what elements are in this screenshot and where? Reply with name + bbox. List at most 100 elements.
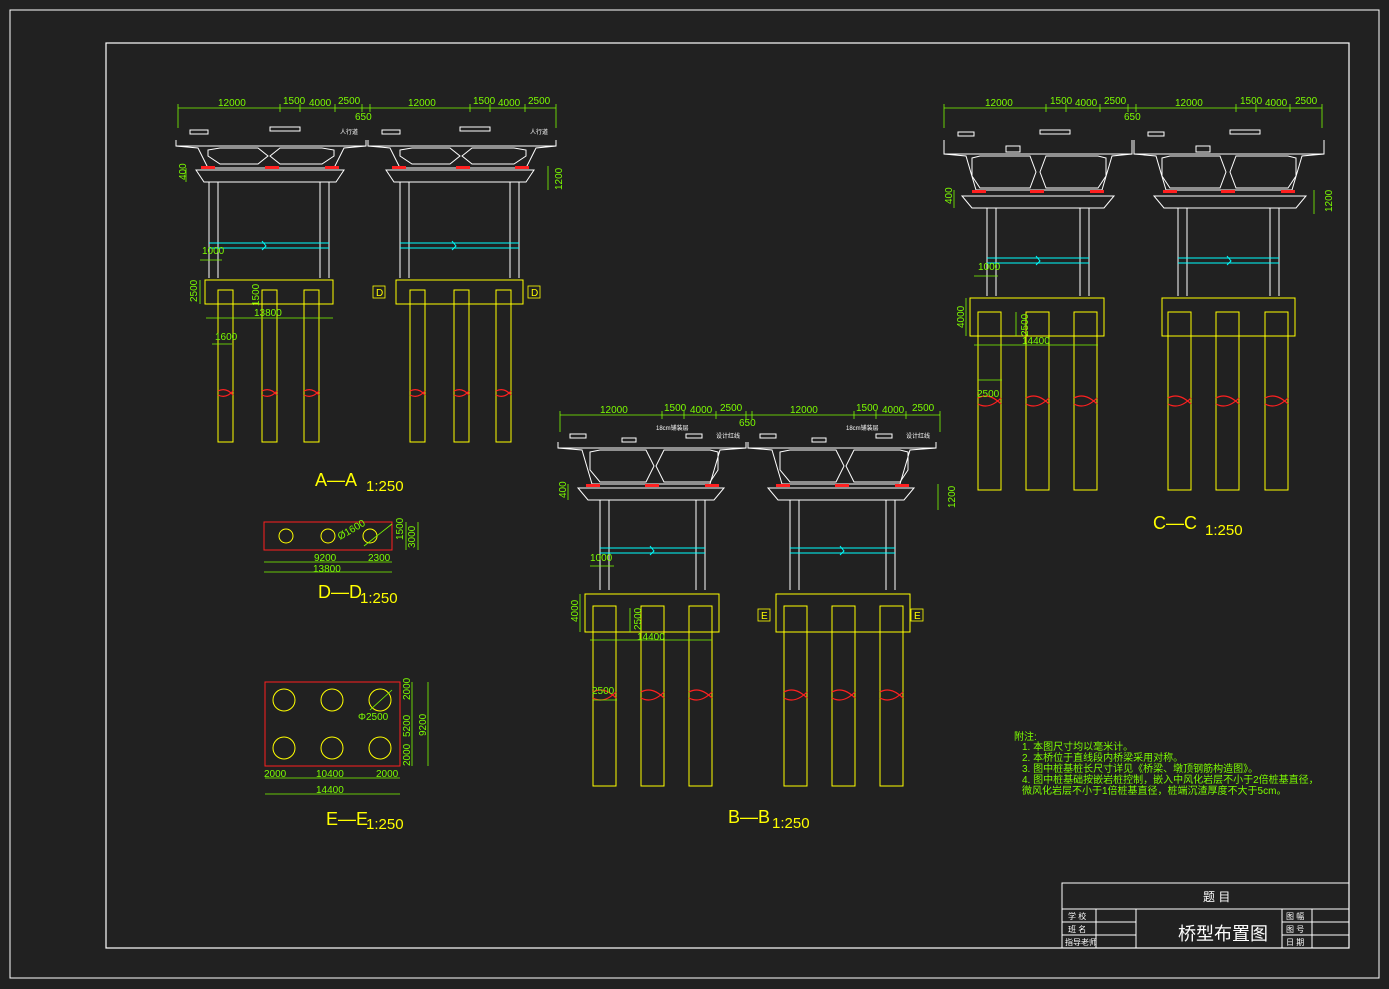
ee-dim-2000b: 2000 xyxy=(402,743,413,766)
cc-dim-top-7: 4000 xyxy=(1265,98,1288,109)
bb-deck-note-3: 18cm铺装层 xyxy=(846,424,879,432)
title-block-right-label-3: 日 期 xyxy=(1286,938,1304,947)
cad-drawing-canvas: 12000 1500 4000 2500 12000 1500 4000 250… xyxy=(9,9,1380,979)
aa-dim-top-5: 12000 xyxy=(408,98,436,109)
bb-dim-top-2: 1500 xyxy=(664,403,687,414)
title-block-subject-label: 题 目 xyxy=(1203,890,1230,904)
notes-line-2: 2. 本桥位于直线段内桥梁采用对称。 xyxy=(1022,751,1183,764)
aa-dim-top-2: 1500 xyxy=(283,96,306,107)
aa-dim-top-3: 4000 xyxy=(309,98,332,109)
cc-dim-top-2: 1500 xyxy=(1050,96,1073,107)
bb-mark-e-right: E xyxy=(914,611,921,622)
bb-dim-400: 400 xyxy=(558,481,569,498)
section-aa: 12000 1500 4000 2500 12000 1500 4000 250… xyxy=(175,96,565,495)
title-block: 题 目 桥型布置图 学 校 班 名 指导老师 图 幅 图 号 日 期 xyxy=(1061,882,1350,949)
cc-dim-650: 650 xyxy=(1124,112,1141,123)
bb-dim-1000: 1000 xyxy=(590,553,613,564)
dd-pilecap-plan xyxy=(263,521,393,551)
ee-dim-9200: 9200 xyxy=(418,713,429,736)
bb-dim-top-3: 4000 xyxy=(690,405,713,416)
notes-line-1: 1. 本图尺寸均以毫米计。 xyxy=(1022,740,1133,753)
aa-scale: 1:250 xyxy=(366,478,404,495)
aa-side-dims xyxy=(185,166,549,345)
bb-deck-note: 18cm铺装层 xyxy=(656,424,689,432)
title-block-right-label-1: 图 幅 xyxy=(1286,911,1304,921)
ee-scale: 1:250 xyxy=(366,816,404,833)
dd-dim-3000: 3000 xyxy=(407,525,418,548)
aa-dim-650: 650 xyxy=(355,112,372,123)
notes-line-5: 微风化岩层不小于1倍桩基直径，桩端沉渣厚度不大于5cm。 xyxy=(1022,784,1286,797)
cc-dim-top-6: 1500 xyxy=(1240,96,1263,107)
cc-dim-1200: 1200 xyxy=(1324,189,1335,212)
title-block-left-label-3: 指导老师 xyxy=(1065,937,1097,947)
title-block-left-label-2: 班 名 xyxy=(1068,924,1086,934)
dd-section-title: D—D xyxy=(318,582,362,602)
title-block-right-label-2: 图 号 xyxy=(1286,925,1304,934)
bb-section-title: B—B xyxy=(728,807,770,827)
general-notes: 附注: 1. 本图尺寸均以毫米计。 2. 本桥位于直线段内桥梁采用对称。 3. … xyxy=(1014,730,1319,797)
cc-dim-top-3: 4000 xyxy=(1075,98,1098,109)
aa-dim-1500: 1500 xyxy=(251,283,262,306)
bb-dim-650: 650 xyxy=(739,418,756,429)
aa-dim-1000: 1000 xyxy=(202,246,225,257)
bb-scale: 1:250 xyxy=(772,815,810,832)
ee-dia: Φ2500 xyxy=(358,712,389,723)
aa-dim-top-1: 12000 xyxy=(218,98,246,109)
cc-dim-400: 400 xyxy=(944,187,955,204)
bb-dim-top-6: 1500 xyxy=(856,403,879,414)
cc-dim-2500b: 2500 xyxy=(977,389,1000,400)
cc-dim-4000: 4000 xyxy=(956,305,967,328)
aa-mark-d-right: D xyxy=(531,288,538,299)
section-cc: 12000 1500 4000 2500 12000 1500 4000 250… xyxy=(943,96,1335,539)
bb-dim-2500b: 2500 xyxy=(592,686,615,697)
aa-tiebeam-left xyxy=(209,240,329,251)
cc-dim-1000: 1000 xyxy=(978,262,1001,273)
bb-deck-note-4: 设计红线 xyxy=(906,432,930,440)
dd-dim-9200: 9200 xyxy=(314,553,337,564)
bb-dim-top-7: 4000 xyxy=(882,405,905,416)
outer-border xyxy=(9,9,1380,979)
ee-dim-5200: 5200 xyxy=(402,714,413,737)
section-dd: Ø1600 1500 3000 9200 2300 13800 D—D 1:25… xyxy=(263,517,419,607)
ee-dim-2000c: 2000 xyxy=(264,769,287,780)
title-block-drawing-title: 桥型布置图 xyxy=(1178,924,1268,944)
cc-dim-2500: 2500 xyxy=(1020,313,1031,336)
section-ee: Φ2500 2000 5200 2000 9200 2000 10400 200… xyxy=(264,677,429,833)
aa-dim-2500: 2500 xyxy=(189,279,200,302)
bb-dim-top-1: 12000 xyxy=(600,405,628,416)
bb-dim-1200: 1200 xyxy=(947,485,958,508)
aa-dim-top-4: 2500 xyxy=(338,96,361,107)
cc-dim-14400: 14400 xyxy=(1022,336,1050,347)
aa-pilecap-left xyxy=(204,279,334,443)
cc-dim-top-4: 2500 xyxy=(1104,96,1127,107)
dd-dim-13800: 13800 xyxy=(313,564,341,575)
notes-line-4: 4. 图中桩基础按嵌岩桩控制，嵌入中风化岩层不小于2倍桩基直径， xyxy=(1022,773,1319,786)
aa-dim-400: 400 xyxy=(178,163,189,180)
ee-pilecap-plan xyxy=(264,681,401,767)
ee-dim-2000d: 2000 xyxy=(376,769,399,780)
aa-dim-1600: 1600 xyxy=(215,332,238,343)
bb-dim-2500: 2500 xyxy=(633,607,644,630)
aa-dim-top-8: 2500 xyxy=(528,96,551,107)
aa-pilecap-right xyxy=(395,279,524,443)
bb-dim-4000: 4000 xyxy=(570,599,581,622)
aa-dim-13800: 13800 xyxy=(254,308,282,319)
aa-dim-top-6: 1500 xyxy=(473,96,496,107)
bb-dim-top-4: 2500 xyxy=(720,403,743,414)
dd-dim-2300: 2300 xyxy=(368,553,391,564)
aa-section-title: A—A xyxy=(315,470,357,490)
cc-dim-top-5: 12000 xyxy=(1175,98,1203,109)
cc-dim-top-8: 2500 xyxy=(1295,96,1318,107)
aa-dim-1200: 1200 xyxy=(554,167,565,190)
aa-deck-note-2: 人行道 xyxy=(530,128,548,136)
cc-section-title: C—C xyxy=(1153,513,1197,533)
aa-dim-top-7: 4000 xyxy=(498,98,521,109)
notes-line-3: 3. 图中桩基桩长尺寸详见《桥梁、墩顶钢筋构造图》。 xyxy=(1022,762,1258,775)
ee-dim-14400: 14400 xyxy=(316,785,344,796)
bb-dim-top-5: 12000 xyxy=(790,405,818,416)
dd-scale: 1:250 xyxy=(360,590,398,607)
ee-section-title: E—E xyxy=(326,809,368,829)
bb-dim-top-8: 2500 xyxy=(912,403,935,414)
bb-dim-14400: 14400 xyxy=(637,632,665,643)
aa-deck-note: 人行道 xyxy=(340,128,358,136)
